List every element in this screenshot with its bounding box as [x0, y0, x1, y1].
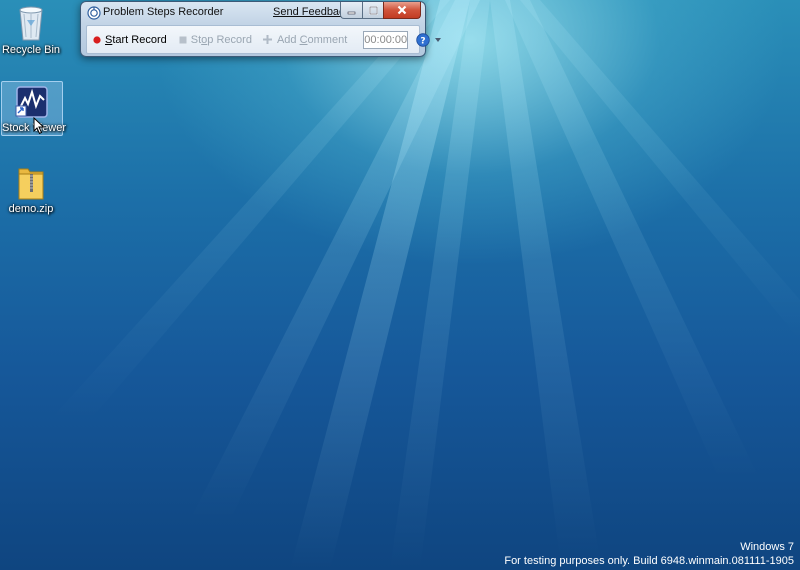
mouse-cursor-icon [33, 117, 45, 135]
stock-viewer-label: Stock Viewer [2, 122, 66, 134]
options-dropdown-button[interactable] [434, 37, 442, 43]
desktop: Recycle Bin Stock Viewer demo.zip Proble… [0, 0, 800, 570]
watermark-os-name: Windows 7 [740, 541, 794, 553]
add-comment-button[interactable]: Add Comment [258, 30, 351, 50]
chevron-down-icon [435, 37, 442, 42]
add-comment-icon [262, 34, 273, 45]
svg-text:?: ? [420, 36, 425, 46]
problem-steps-recorder-app-icon [87, 6, 101, 20]
maximize-icon [368, 5, 378, 15]
zip-folder-icon [18, 168, 44, 200]
add-comment-label: Add Comment [276, 33, 348, 46]
title-bar[interactable]: Problem Steps Recorder Send Feedback [81, 2, 425, 24]
close-icon [397, 5, 407, 15]
stop-record-button[interactable]: Stop Record [175, 30, 256, 50]
record-icon [93, 35, 101, 44]
minimize-icon [347, 11, 356, 14]
minimize-button[interactable] [340, 2, 362, 19]
desktop-icon-demo-zip[interactable]: demo.zip [1, 163, 61, 215]
caption-buttons [340, 2, 421, 19]
send-feedback-link[interactable]: Send Feedback [273, 6, 350, 18]
recorder-toolbar: Start Record Stop Record Add Comment 00:… [86, 25, 442, 54]
desktop-icon-recycle-bin[interactable]: Recycle Bin [1, 2, 61, 56]
stock-viewer-icon [15, 86, 48, 118]
demo-zip-label: demo.zip [8, 203, 54, 215]
stop-icon [179, 36, 187, 44]
maximize-button[interactable] [362, 2, 383, 19]
help-icon: ? [416, 32, 430, 47]
help-button[interactable]: ? [416, 32, 430, 47]
background-light-rays [50, 0, 800, 570]
desktop-icon-stock-viewer[interactable]: Stock Viewer [1, 81, 66, 136]
window-title: Problem Steps Recorder [103, 6, 224, 18]
recycle-bin-icon [19, 6, 43, 41]
recycle-bin-label: Recycle Bin [1, 44, 61, 56]
start-record-button[interactable]: Start Record [89, 30, 171, 50]
close-button[interactable] [383, 2, 421, 19]
start-record-label: Start Record [105, 33, 167, 46]
problem-steps-recorder-window: Problem Steps Recorder Send Feedback Sta… [80, 1, 442, 57]
stop-record-label: Stop Record [190, 33, 252, 46]
windows-build-watermark: Windows 7 For testing purposes only. Bui… [504, 540, 794, 568]
elapsed-timer: 00:00:00 [363, 30, 409, 49]
watermark-build-info: For testing purposes only. Build 6948.wi… [504, 555, 794, 567]
